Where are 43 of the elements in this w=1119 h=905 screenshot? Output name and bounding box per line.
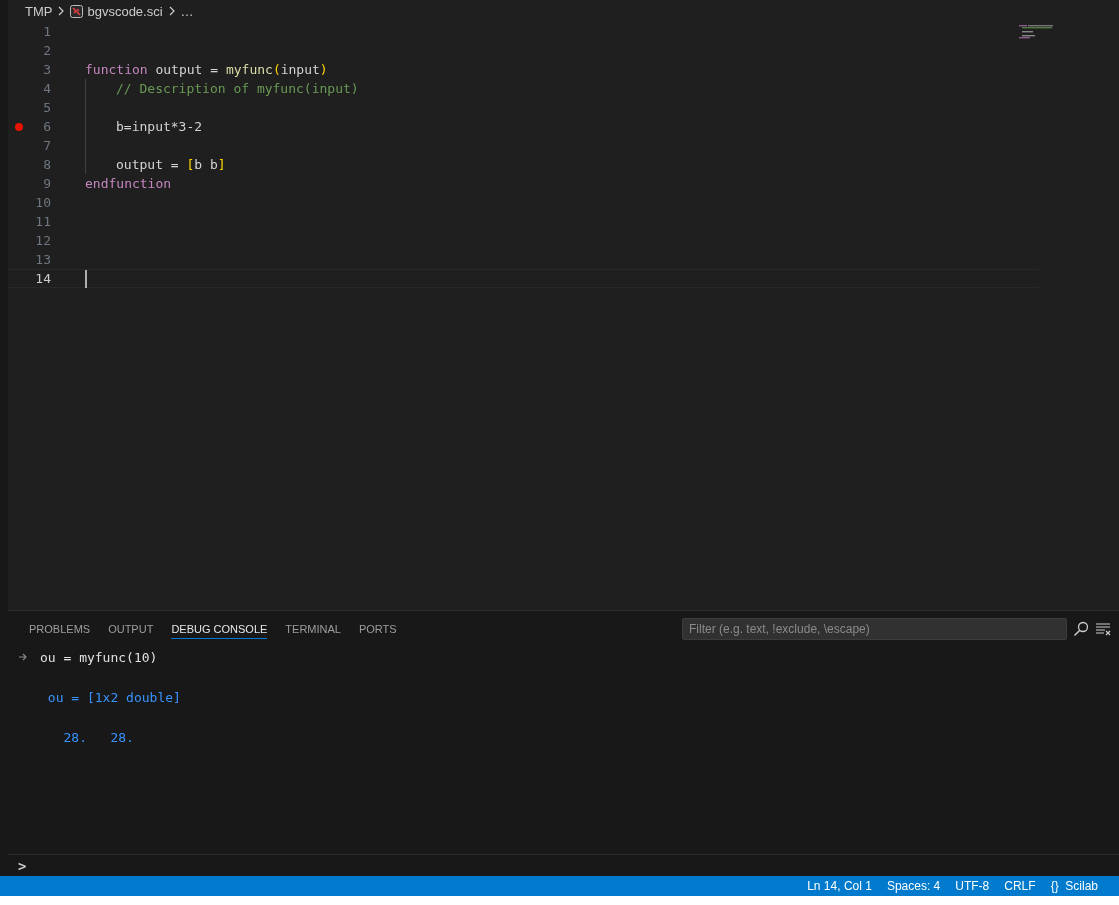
line-number: 2 [42,43,51,58]
line-number: 8 [42,157,51,172]
line-number: 9 [42,176,51,191]
text-cursor [85,269,87,288]
panel-tab[interactable]: PROBLEMS [29,619,91,639]
status-item[interactable]: Spaces: 4 [886,879,941,893]
line-number: 1 [42,24,51,39]
status-item[interactable]: CRLF [1004,879,1036,893]
status-item[interactable]: UTF-8 [955,879,990,893]
code-line: function output = myfunc(input) [85,62,328,77]
line-number: 13 [34,252,51,267]
breadcrumb-item[interactable]: … [180,3,194,19]
breadcrumb-item[interactable]: bgvscode.sci [87,3,163,19]
line-number: 10 [34,195,51,210]
status-item[interactable]: Ln 14, Col 1 [807,879,872,893]
console-line: 28. 28. [62,729,134,745]
line-number: 12 [34,233,51,248]
file-icon [70,4,84,18]
prompt-symbol: > [18,857,27,874]
code-line: output = [b b] [116,157,226,172]
line-number: 14 [34,271,51,286]
search-icon[interactable] [1073,621,1089,637]
line-number: 3 [42,62,51,77]
code-line: // Description of myfunc(input) [116,81,359,96]
line-number: 6 [42,119,51,134]
line-number: 4 [42,81,51,96]
console-line: ou = myfunc(10) [40,649,158,665]
breadcrumb-item[interactable]: TMP [25,3,53,19]
code-line: b=input*3-2 [116,119,203,134]
panel-tab[interactable]: OUTPUT [108,619,154,639]
clear-filter-icon[interactable] [1095,621,1111,637]
filter-field[interactable]: Filter (e.g. text, !exclude, \escape) [682,618,1067,640]
arrow-icon [18,652,28,662]
status-item[interactable]: {} Scilab [1050,879,1098,893]
line-number: 7 [42,138,51,153]
panel-tab[interactable]: PORTS [358,619,397,639]
panel-tab[interactable]: DEBUG CONSOLE [171,619,268,639]
panel-tab[interactable]: TERMINAL [285,619,341,639]
breakpoint-dot[interactable] [15,122,23,131]
line-number: 5 [42,100,51,115]
code-line: endfunction [85,176,172,191]
line-number: 11 [34,214,51,229]
console-line: ou = [1x2 double] [46,689,181,705]
